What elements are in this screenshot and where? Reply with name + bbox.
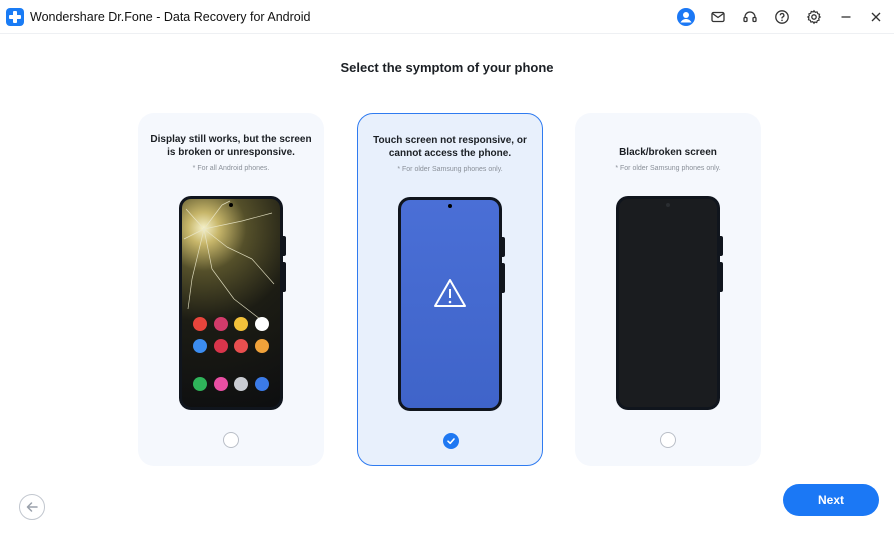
option-card-broken-screen[interactable]: Display still works, but the screen is b…: [138, 113, 324, 466]
option-card-touch-unresponsive[interactable]: Touch screen not responsive, or cannot a…: [357, 113, 543, 466]
option-radio[interactable]: [660, 432, 676, 448]
next-button[interactable]: Next: [783, 484, 879, 516]
checkmark-icon: [447, 438, 455, 445]
option-note: * For all Android phones.: [192, 165, 270, 172]
black-phone-illustration: [616, 196, 723, 410]
screen-crack-icon: [183, 200, 275, 320]
mail-icon[interactable]: [709, 8, 727, 26]
title-bar: Wondershare Dr.Fone - Data Recovery for …: [0, 0, 894, 34]
window-title: Wondershare Dr.Fone - Data Recovery for …: [30, 10, 311, 24]
back-button[interactable]: [19, 494, 45, 520]
option-title: Touch screen not responsive, or cannot a…: [373, 135, 527, 159]
page-title: Select the symptom of your phone: [340, 60, 554, 75]
option-note: * For older Samsung phones only.: [615, 165, 721, 172]
headset-icon[interactable]: [741, 8, 759, 26]
account-icon[interactable]: [677, 8, 695, 26]
help-icon[interactable]: [773, 8, 791, 26]
option-radio-checked[interactable]: [443, 433, 459, 449]
minimize-icon[interactable]: [837, 8, 855, 26]
settings-icon[interactable]: [805, 8, 823, 26]
option-title: Display still works, but the screen is b…: [150, 134, 312, 158]
arrow-left-icon: [26, 502, 38, 512]
warning-icon: [434, 279, 466, 307]
option-card-black-screen[interactable]: Black/broken screen * For older Samsung …: [575, 113, 761, 466]
dr-fone-logo-icon: [6, 8, 24, 26]
cracked-phone-illustration: [179, 196, 286, 410]
close-icon[interactable]: [867, 8, 885, 26]
option-radio[interactable]: [223, 432, 239, 448]
unresponsive-phone-illustration: [398, 197, 505, 411]
option-note: * For older Samsung phones only.: [397, 166, 503, 173]
option-title: Black/broken screen: [619, 147, 717, 158]
